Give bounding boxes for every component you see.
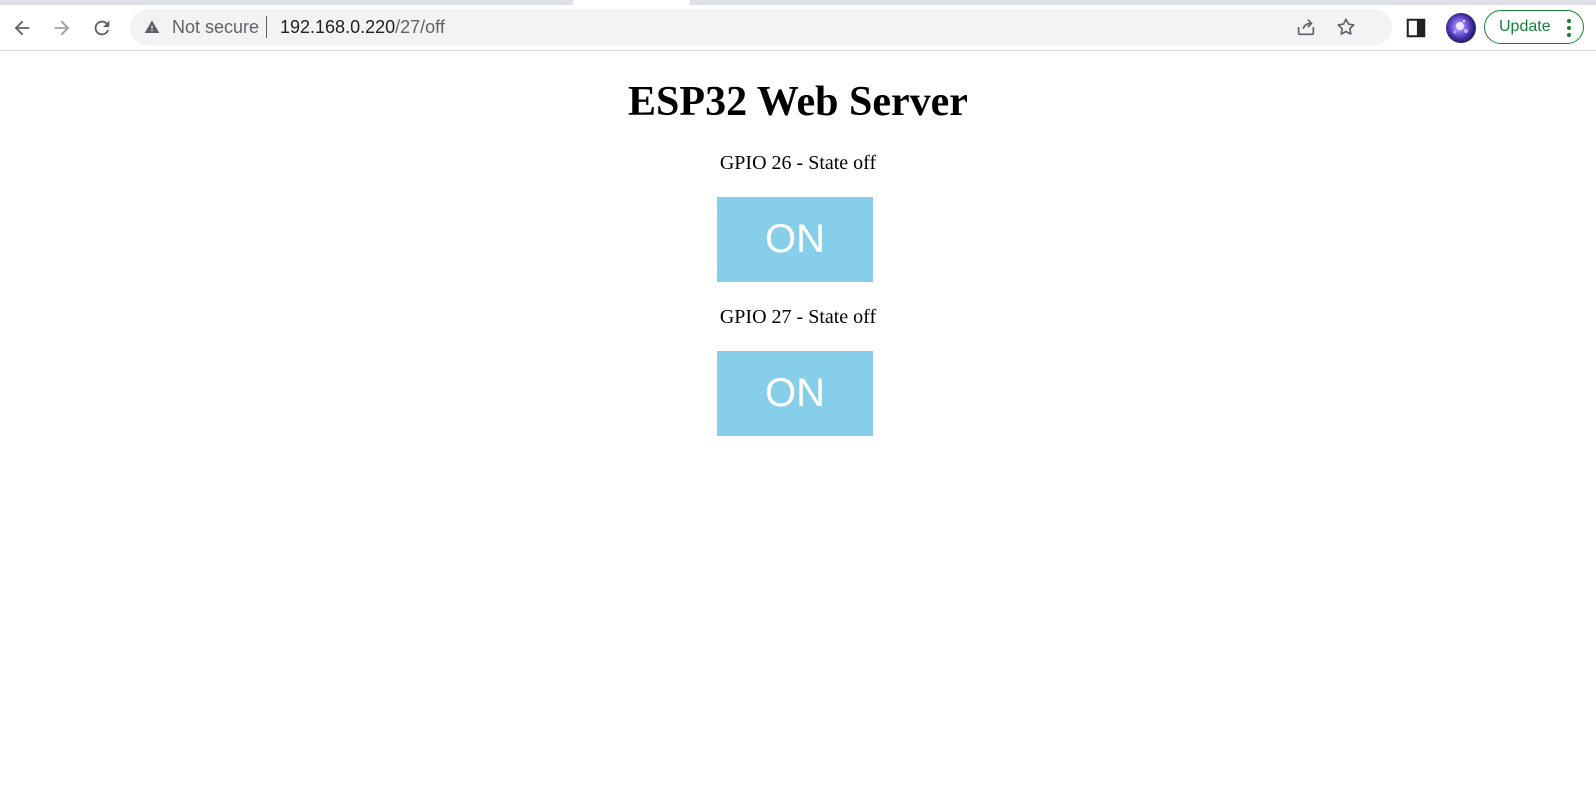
update-button[interactable]: Update: [1484, 10, 1584, 44]
security-status-label[interactable]: Not secure: [172, 18, 259, 36]
reload-button[interactable]: [86, 12, 118, 44]
forward-button[interactable]: [46, 12, 78, 44]
gpio-27-state-label: GPIO 27 - State off: [719, 306, 877, 328]
url-path: /27/off: [395, 17, 445, 37]
page-title: ESP32 Web Server: [628, 79, 968, 125]
url-host: 192.168.0.220: [280, 17, 396, 37]
star-icon: [1337, 18, 1355, 35]
page-content: ESP32 Web Server GPIO 26 - State off ON …: [0, 51, 1596, 810]
arrow-right-icon: [54, 20, 70, 36]
omnibox-separator: [266, 16, 267, 38]
side-panel-icon[interactable]: [1405, 17, 1427, 39]
profile-avatar[interactable]: [1446, 13, 1476, 43]
address-bar[interactable]: Not secure 192.168.0.220/27/off: [130, 9, 1392, 45]
more-options-icon[interactable]: [1567, 18, 1571, 38]
browser-toolbar: Not secure 192.168.0.220/27/off Update: [0, 5, 1596, 51]
warning-icon[interactable]: [144, 19, 160, 35]
bookmark-button[interactable]: [1334, 15, 1358, 39]
share-button[interactable]: [1294, 15, 1318, 39]
share-icon: [1297, 19, 1315, 36]
gpio-26-state-label: GPIO 26 - State off: [719, 152, 877, 174]
avatar-image-icon: [1453, 19, 1468, 34]
reload-icon: [94, 20, 110, 36]
update-label: Update: [1499, 18, 1551, 35]
url-text[interactable]: 192.168.0.220/27/off: [280, 18, 445, 36]
arrow-left-icon: [14, 20, 30, 36]
gpio-27-on-button[interactable]: ON: [717, 351, 873, 436]
gpio-26-on-button[interactable]: ON: [717, 197, 873, 282]
back-button[interactable]: [6, 12, 38, 44]
